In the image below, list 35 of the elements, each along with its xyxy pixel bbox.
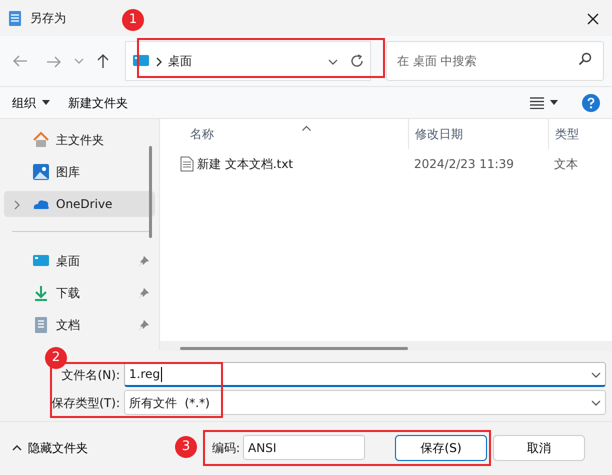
sidebar-item[interactable]: OneDrive xyxy=(4,191,155,217)
step-number: 2 xyxy=(45,347,67,369)
breadcrumb-item[interactable]: 桌面 xyxy=(168,52,192,70)
cancel-button[interactable]: 取消 xyxy=(493,434,586,460)
field-label: 保存类型(T): xyxy=(50,394,121,412)
sidebar-item[interactable]: 桌面 xyxy=(4,248,155,274)
sidebar-label: 桌面 xyxy=(56,253,80,270)
sidebar-item[interactable]: 主文件夹 xyxy=(4,127,155,153)
sidebar-label: 文档 xyxy=(56,317,80,334)
sidebar-label: OneDrive xyxy=(56,196,112,213)
field-label: 文件名(N): xyxy=(60,366,121,384)
column-header[interactable]: 修改日期 xyxy=(415,125,463,143)
encoding-label: 编码: xyxy=(212,440,240,456)
column-header[interactable]: 名称 xyxy=(190,125,214,143)
sidebar-label: 图库 xyxy=(56,164,80,181)
sidebar-item[interactable]: 图库 xyxy=(4,159,155,185)
window-title: 另存为 xyxy=(30,10,66,27)
file-type-dropdown[interactable]: 所有文件 (*.*) xyxy=(124,390,606,415)
sidebar-label: 下载 xyxy=(56,285,80,302)
sidebar-label: 主文件夹 xyxy=(56,132,104,149)
sidebar-item[interactable]: 文档 xyxy=(4,312,155,338)
search-field[interactable]: 在 桌面 中搜索 xyxy=(386,41,604,81)
file-name[interactable]: 新建 文本文档.txt xyxy=(197,155,294,173)
encoding-dropdown[interactable]: ANSI xyxy=(243,435,366,460)
save-button[interactable]: 保存(S) xyxy=(395,434,488,460)
address-bar[interactable]: 桌面 xyxy=(125,41,371,81)
step-number: 1 xyxy=(122,9,144,31)
new-folder-button[interactable]: 新建文件夹 xyxy=(68,94,128,112)
sidebar-item[interactable]: 下载 xyxy=(4,280,155,306)
organize-button[interactable]: 组织 xyxy=(12,94,50,112)
hide-folders-button[interactable]: 隐藏文件夹 xyxy=(12,438,88,456)
file-name-field[interactable]: 1.reg xyxy=(124,362,606,387)
file-type: 文本 xyxy=(554,157,578,171)
column-header[interactable]: 类型 xyxy=(555,125,579,143)
modified-date: 2024/2/23 11:39 xyxy=(414,157,514,171)
